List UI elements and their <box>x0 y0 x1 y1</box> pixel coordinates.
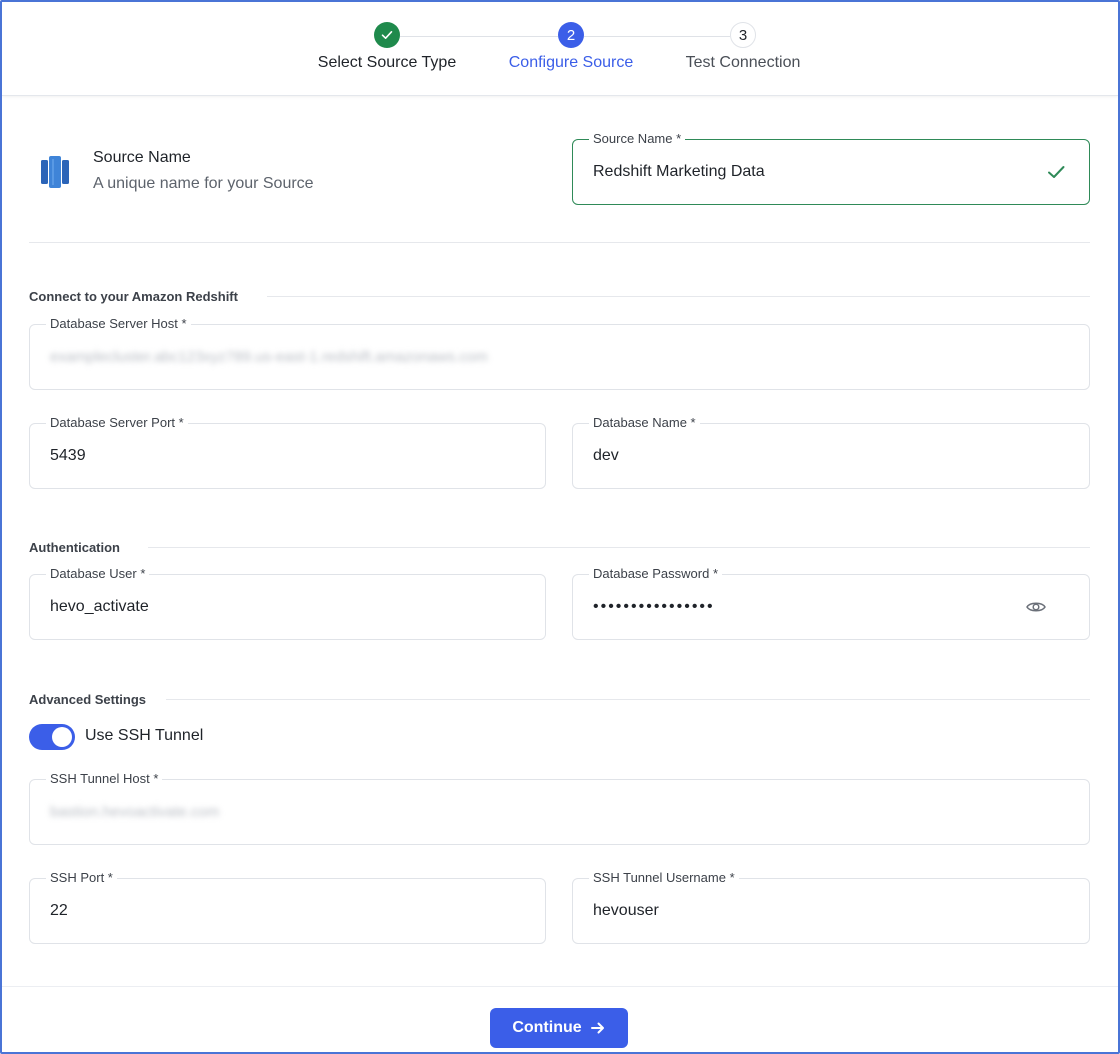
arrow-right-icon <box>590 1022 604 1034</box>
field-label: Database Name * <box>589 415 700 431</box>
configure-source-page: Select Source Type 2 Configure Source 3 … <box>0 0 1120 1054</box>
source-name-title: Source Name <box>93 149 191 166</box>
field-label: SSH Tunnel Host * <box>46 771 163 787</box>
field-label: SSH Tunnel Username * <box>589 870 739 886</box>
continue-label: Continue <box>512 1019 582 1036</box>
step-select-source-type[interactable]: Select Source Type <box>313 22 461 72</box>
database-port-input[interactable]: 5439 <box>50 447 86 465</box>
step-number: 3 <box>730 22 756 48</box>
toggle-knob <box>52 727 72 747</box>
database-host-input[interactable]: examplecluster.abc123xyz789.us-east-1.re… <box>50 349 488 366</box>
section-line <box>267 296 1090 297</box>
ssh-host-input[interactable]: bastion.hevoactivate.com <box>50 804 219 821</box>
section-line <box>166 699 1090 700</box>
section-title-advanced: Advanced Settings <box>29 692 147 707</box>
step-label: Test Connection <box>685 54 801 71</box>
section-title-connection: Connect to your Amazon Redshift <box>29 289 238 304</box>
eye-icon[interactable] <box>1025 596 1047 618</box>
database-user-input[interactable]: hevo_activate <box>50 598 149 616</box>
stepper: Select Source Type 2 Configure Source 3 … <box>2 2 1118 96</box>
field-label: SSH Port * <box>46 870 117 886</box>
field-label: Database Server Host * <box>46 316 191 332</box>
database-host-field[interactable]: Database Server Host * examplecluster.ab… <box>29 316 1090 390</box>
section-line <box>148 547 1090 548</box>
step-configure-source[interactable]: 2 Configure Source <box>504 22 638 72</box>
section-title-authentication: Authentication <box>29 540 120 555</box>
ssh-username-field[interactable]: SSH Tunnel Username * hevouser <box>572 870 1090 944</box>
database-password-input[interactable]: •••••••••••••••• <box>593 598 715 616</box>
ssh-port-input[interactable]: 22 <box>50 902 68 920</box>
source-name-input[interactable]: Redshift Marketing Data <box>593 163 765 181</box>
database-password-field[interactable]: Database Password * •••••••••••••••• <box>572 566 1090 640</box>
step-label: Select Source Type <box>317 54 457 71</box>
section-divider <box>29 242 1090 243</box>
step-test-connection[interactable]: 3 Test Connection <box>681 22 805 72</box>
ssh-host-field[interactable]: SSH Tunnel Host * bastion.hevoactivate.c… <box>29 771 1090 845</box>
source-name-field[interactable]: Source Name * Redshift Marketing Data <box>572 131 1090 205</box>
field-label: Database Password * <box>589 566 723 582</box>
ssh-username-input[interactable]: hevouser <box>593 902 659 920</box>
source-name-description: A unique name for your Source <box>93 175 314 192</box>
check-icon <box>374 22 400 48</box>
database-port-field[interactable]: Database Server Port * 5439 <box>29 415 546 489</box>
step-number: 2 <box>558 22 584 48</box>
footer-divider <box>2 986 1118 987</box>
continue-button[interactable]: Continue <box>490 1008 628 1048</box>
database-name-input[interactable]: dev <box>593 447 619 465</box>
amazon-redshift-icon <box>41 156 69 188</box>
valid-check-icon <box>1048 166 1065 178</box>
ssh-tunnel-toggle[interactable] <box>29 724 75 750</box>
database-user-field[interactable]: Database User * hevo_activate <box>29 566 546 640</box>
step-label: Configure Source <box>508 54 634 71</box>
ssh-port-field[interactable]: SSH Port * 22 <box>29 870 546 944</box>
database-name-field[interactable]: Database Name * dev <box>572 415 1090 489</box>
ssh-tunnel-label: Use SSH Tunnel <box>85 727 204 744</box>
field-label: Database Server Port * <box>46 415 188 431</box>
field-label: Source Name * <box>589 131 686 147</box>
field-label: Database User * <box>46 566 150 582</box>
